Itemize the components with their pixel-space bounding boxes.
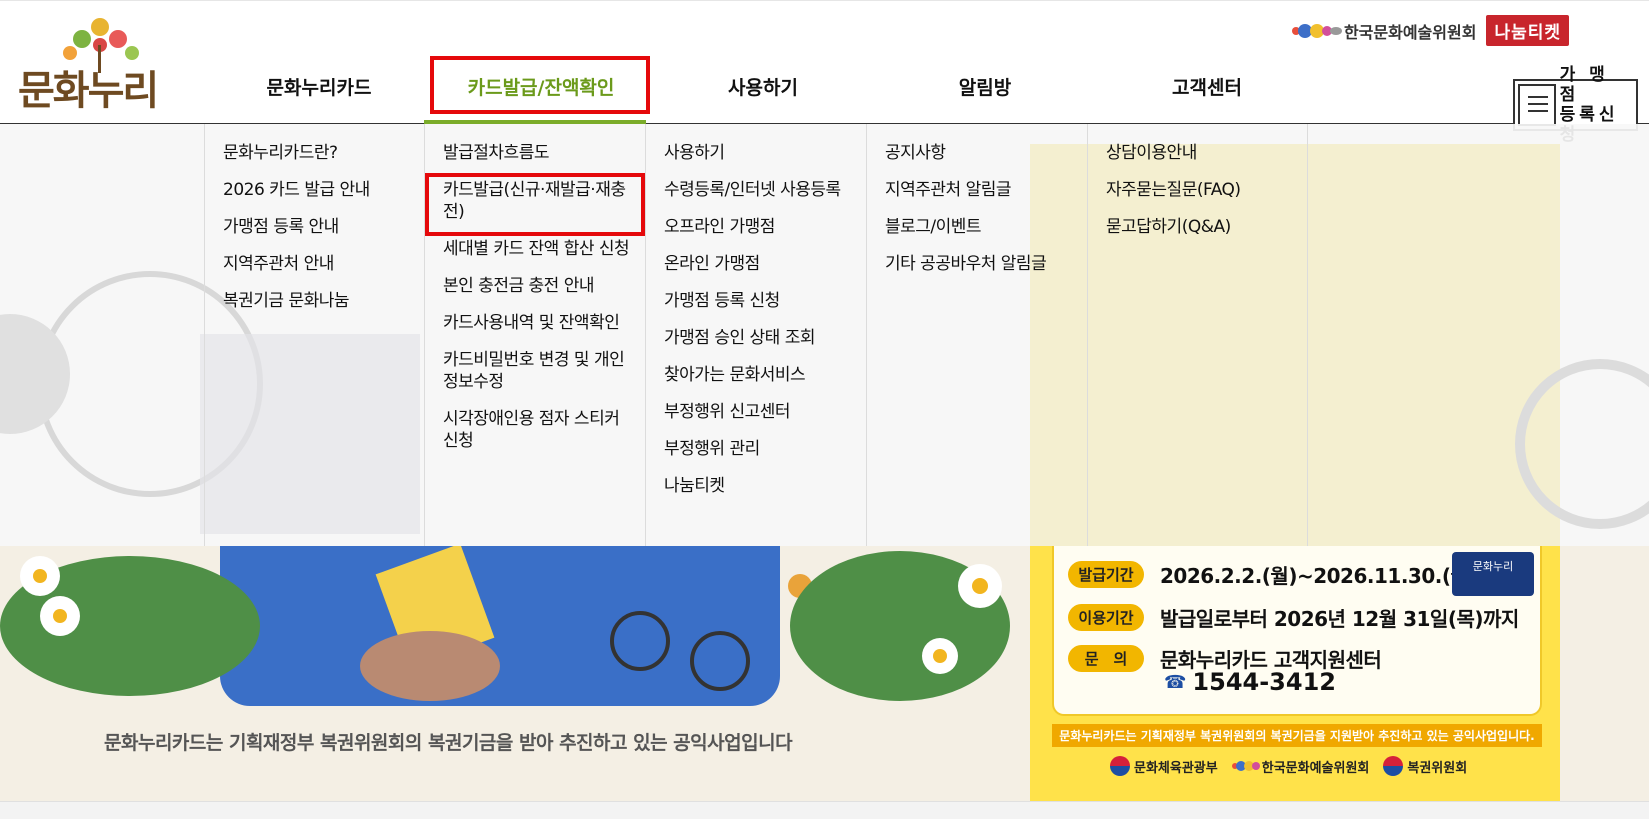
- menu-item[interactable]: 사용하기: [664, 142, 866, 164]
- main-banner: 문화누리카드는 기획재정부 복권위원회의 복권기금을 받아 추진하고 있는 공익…: [0, 546, 1649, 801]
- contact-phone: ☎ 1544-3412: [1164, 668, 1336, 696]
- menu-item[interactable]: 기타 공공바우처 알림글: [885, 253, 1087, 275]
- site-logo[interactable]: 문화누리: [18, 15, 168, 111]
- arko-logo-icon: [1231, 761, 1260, 771]
- nav-support[interactable]: 고객센터: [1096, 56, 1318, 116]
- menu-item[interactable]: 세대별 카드 잔액 합산 신청: [443, 238, 639, 260]
- use-period-row: 이용기간 발급일로부터 2026년 12월 31일(목)까지: [1068, 603, 1519, 632]
- menu-item[interactable]: 가맹점 등록 안내: [223, 216, 424, 238]
- issue-period-label: 발급기간: [1068, 561, 1144, 588]
- org-logos: 문화체육관광부 한국문화예술위원회 복권위원회: [1110, 756, 1467, 776]
- main-nav: 문화누리카드 카드발급/잔액확인 사용하기 알림방 고객센터: [208, 56, 1318, 116]
- menu-item[interactable]: 복권기금 문화나눔: [223, 290, 424, 312]
- page-bottom-strip: [0, 801, 1649, 819]
- logo-flower-icon: [63, 18, 139, 73]
- menu-col-usage: 사용하기 수령등록/인터넷 사용등록 오프라인 가맹점 온라인 가맹점 가맹점 …: [645, 124, 866, 546]
- org-label: 한국문화예술위원회: [1261, 760, 1370, 776]
- document-pen-icon: [1518, 84, 1556, 126]
- menu-col-card-intro: 문화누리카드란? 2026 카드 발급 안내 가맹점 등록 안내 지역주관처 안…: [204, 124, 424, 546]
- mega-menu: 문화누리카드란? 2026 카드 발급 안내 가맹점 등록 안내 지역주관처 안…: [0, 124, 1649, 546]
- store-button-line1: 가 맹 점: [1559, 65, 1609, 105]
- panel-caption: 문화누리카드는 기획재정부 복권위원회의 복권기금을 지원받아 추진하고 있는 …: [1052, 724, 1542, 747]
- menu-item[interactable]: 수령등록/인터넷 사용등록: [664, 179, 866, 201]
- menu-item[interactable]: 발급절차흐름도: [443, 142, 639, 164]
- org-arko: 한국문화예술위원회: [1231, 757, 1370, 776]
- banner-caption: 문화누리카드는 기획재정부 복권위원회의 복권기금을 받아 추진하고 있는 공익…: [104, 732, 793, 754]
- menu-item[interactable]: 가맹점 승인 상태 조회: [664, 327, 866, 349]
- arko-logo-icon: [1291, 23, 1342, 38]
- menu-item[interactable]: 블로그/이벤트: [885, 216, 1087, 238]
- menu-item[interactable]: 상담이용안내: [1106, 142, 1307, 164]
- menu-item[interactable]: 카드사용내역 및 잔액확인: [443, 312, 639, 334]
- menu-item[interactable]: 오프라인 가맹점: [664, 216, 866, 238]
- menu-item[interactable]: 2026 카드 발급 안내: [223, 179, 424, 201]
- phone-number: 1544-3412: [1192, 668, 1336, 696]
- menu-col-notice: 공지사항 지역주관처 알림글 블로그/이벤트 기타 공공바우처 알림글: [866, 124, 1087, 546]
- logo-text: 문화누리: [18, 68, 159, 114]
- menu-item[interactable]: 문화누리카드란?: [223, 142, 424, 164]
- arko-link[interactable]: 한국문화예술위원회: [1291, 19, 1477, 43]
- partner-links: 한국문화예술위원회 나눔티켓: [1291, 15, 1569, 46]
- menu-item[interactable]: 묻고답하기(Q&A): [1106, 216, 1307, 238]
- menu-col-support: 상담이용안내 자주묻는질문(FAQ) 묻고답하기(Q&A): [1087, 124, 1308, 546]
- org-label: 문화체육관광부: [1134, 760, 1218, 776]
- menu-item-highlight-box: [425, 173, 645, 236]
- card-info-box: 발급기간 2026.2.2.(월)~2026.11.30.(월) 이용기간 발급…: [1052, 546, 1542, 716]
- nav-notice[interactable]: 알림방: [874, 56, 1096, 116]
- menu-item[interactable]: 온라인 가맹점: [664, 253, 866, 275]
- taeguk-icon: [1383, 756, 1404, 776]
- org-mcst: 문화체육관광부: [1110, 756, 1218, 776]
- banner-illustration: [0, 546, 1010, 701]
- menu-item[interactable]: 카드비밀번호 변경 및 개인정보수정: [443, 349, 639, 393]
- menu-item[interactable]: 가맹점 등록 신청: [664, 290, 866, 312]
- nav-highlight-box: [430, 56, 650, 114]
- org-lottery: 복권위원회: [1383, 756, 1467, 776]
- issue-period-row: 발급기간 2026.2.2.(월)~2026.11.30.(월): [1068, 560, 1478, 589]
- menu-item[interactable]: 부정행위 관리: [664, 438, 866, 460]
- headset-icon: ☎: [1164, 671, 1187, 693]
- nav-card-intro[interactable]: 문화누리카드: [208, 56, 430, 116]
- arko-label: 한국문화예술위원회: [1343, 22, 1477, 42]
- use-period-label: 이용기간: [1068, 604, 1144, 631]
- contact-label: 문 의: [1068, 645, 1144, 672]
- site-header: 문화누리 한국문화예술위원회 나눔티켓 문화누리카드 카드발급/잔액확인 사용하…: [0, 0, 1649, 124]
- menu-item[interactable]: 나눔티켓: [664, 475, 866, 497]
- card-badge: 문화누리: [1452, 552, 1534, 596]
- menu-item[interactable]: 자주묻는질문(FAQ): [1106, 179, 1307, 201]
- menu-item[interactable]: 본인 충전금 충전 안내: [443, 275, 639, 297]
- menu-item[interactable]: 부정행위 신고센터: [664, 401, 866, 423]
- nanum-ticket-link[interactable]: 나눔티켓: [1486, 15, 1569, 46]
- menu-item[interactable]: 지역주관처 알림글: [885, 179, 1087, 201]
- menu-item[interactable]: 공지사항: [885, 142, 1087, 164]
- menu-item[interactable]: 시각장애인용 점자 스티커 신청: [443, 408, 639, 452]
- use-period-value: 발급일로부터 2026년 12월 31일(목)까지: [1160, 607, 1519, 631]
- nav-usage[interactable]: 사용하기: [652, 56, 874, 116]
- menu-item[interactable]: 지역주관처 안내: [223, 253, 424, 275]
- org-label: 복권위원회: [1407, 760, 1468, 776]
- menu-item[interactable]: 찾아가는 문화서비스: [664, 364, 866, 386]
- issue-period-value: 2026.2.2.(월)~2026.11.30.(월): [1160, 564, 1478, 588]
- taeguk-icon: [1110, 756, 1130, 776]
- card-info-panel[interactable]: 발급기간 2026.2.2.(월)~2026.11.30.(월) 이용기간 발급…: [1030, 546, 1560, 801]
